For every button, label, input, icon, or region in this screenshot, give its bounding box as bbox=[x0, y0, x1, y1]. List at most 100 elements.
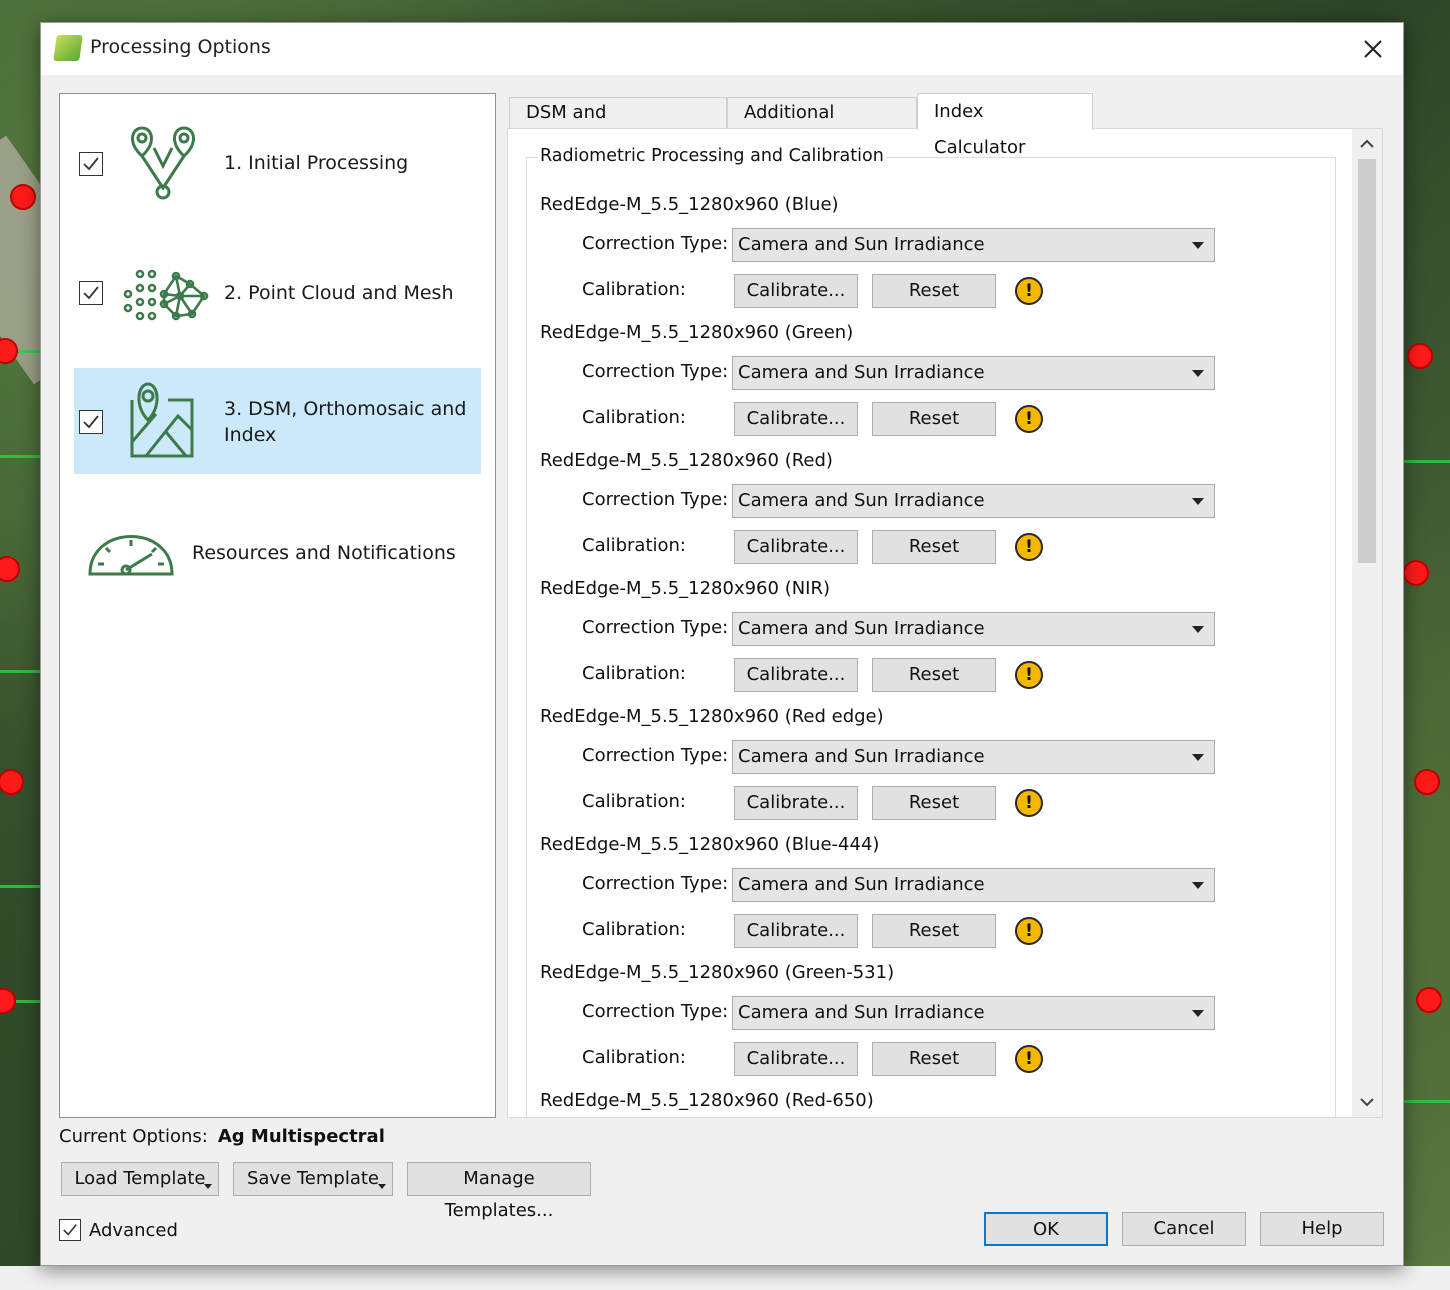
vertical-scrollbar[interactable] bbox=[1352, 129, 1382, 1117]
warning-icon: ! bbox=[1015, 661, 1043, 689]
dropdown-arrow-icon bbox=[1192, 754, 1204, 761]
correction-type-select[interactable]: Camera and Sun Irradiance bbox=[732, 228, 1215, 262]
camera-name: RedEdge-M_5.5_1280x960 (Blue) bbox=[540, 194, 839, 215]
calibration-label: Calibration: bbox=[582, 663, 687, 684]
correction-type-label: Correction Type: bbox=[582, 489, 729, 510]
camera-name: RedEdge-M_5.5_1280x960 (NIR) bbox=[540, 578, 831, 599]
nav-checkbox-dsm-orthomosaic[interactable] bbox=[79, 410, 103, 434]
scroll-up-button[interactable] bbox=[1352, 131, 1382, 157]
nav-checkbox-point-cloud[interactable] bbox=[79, 281, 103, 305]
nav-checkbox-initial-processing[interactable] bbox=[79, 152, 103, 176]
advanced-label: Advanced bbox=[89, 1219, 178, 1241]
calibrate-button[interactable]: Calibrate... bbox=[734, 274, 858, 308]
nav-item-dsm-orthomosaic[interactable]: 3. DSM, Orthomosaic and Index bbox=[74, 368, 481, 474]
dropdown-arrow-icon bbox=[1192, 498, 1204, 505]
cancel-button[interactable]: Cancel bbox=[1122, 1212, 1246, 1246]
correction-type-select[interactable]: Camera and Sun Irradiance bbox=[732, 612, 1215, 646]
calibration-label: Calibration: bbox=[582, 919, 687, 940]
scroll-thumb[interactable] bbox=[1358, 159, 1376, 563]
map-marker-dot bbox=[1416, 987, 1442, 1013]
nav-label-point-cloud: 2. Point Cloud and Mesh bbox=[224, 282, 454, 304]
dropdown-arrow-icon bbox=[1192, 1010, 1204, 1017]
correction-type-label: Correction Type: bbox=[582, 361, 729, 382]
nav-label-resources: Resources and Notifications bbox=[192, 542, 456, 564]
reset-button[interactable]: Reset bbox=[872, 274, 996, 308]
tab-additional-outputs[interactable]: Additional Outputs bbox=[727, 97, 917, 153]
nav-label-dsm-orthomosaic: 3. DSM, Orthomosaic and Index bbox=[224, 398, 467, 446]
taskbar-strip bbox=[0, 1266, 1450, 1290]
calibrate-button[interactable]: Calibrate... bbox=[734, 658, 858, 692]
calibration-label: Calibration: bbox=[582, 791, 687, 812]
camera-name: RedEdge-M_5.5_1280x960 (Red) bbox=[540, 450, 833, 471]
close-button[interactable] bbox=[1353, 29, 1393, 69]
advanced-checkbox[interactable] bbox=[59, 1219, 81, 1241]
dropdown-arrow-icon bbox=[1192, 242, 1204, 249]
load-template-label: Load Template bbox=[74, 1168, 206, 1189]
correction-type-label: Correction Type: bbox=[582, 617, 729, 638]
correction-type-value: Camera and Sun Irradiance bbox=[738, 362, 985, 383]
options-nav-panel: 1. Initial Processing 2. Point Cloud and bbox=[59, 93, 496, 1118]
correction-type-select[interactable]: Camera and Sun Irradiance bbox=[732, 484, 1215, 518]
tab-dsm-orthomosaic[interactable]: DSM and Orthomosaic bbox=[509, 97, 727, 153]
nav-item-initial-processing[interactable]: 1. Initial Processing bbox=[74, 108, 481, 214]
calibrate-button[interactable]: Calibrate... bbox=[734, 914, 858, 948]
gauge-icon bbox=[88, 535, 174, 576]
reset-button[interactable]: Reset bbox=[872, 1042, 996, 1076]
calibrate-button[interactable]: Calibrate... bbox=[734, 1042, 858, 1076]
nav-item-point-cloud[interactable]: 2. Point Cloud and Mesh bbox=[74, 238, 481, 344]
close-icon bbox=[1364, 40, 1382, 58]
camera-name: RedEdge-M_5.5_1280x960 (Red-650) bbox=[540, 1090, 874, 1111]
calibrate-button[interactable]: Calibrate... bbox=[734, 786, 858, 820]
calibrate-button[interactable]: Calibrate... bbox=[734, 402, 858, 436]
correction-type-value: Camera and Sun Irradiance bbox=[738, 490, 985, 511]
scroll-content: Radiometric Processing and Calibration R… bbox=[508, 129, 1356, 1117]
checkmark-icon bbox=[83, 286, 99, 300]
save-template-label: Save Template bbox=[246, 1168, 380, 1189]
tab-index-calculator[interactable]: Index Calculator bbox=[917, 93, 1093, 158]
camera-name: RedEdge-M_5.5_1280x960 (Green-531) bbox=[540, 962, 895, 983]
dropdown-arrow-icon bbox=[1192, 882, 1204, 889]
reset-button[interactable]: Reset bbox=[872, 914, 996, 948]
calibration-label: Calibration: bbox=[582, 407, 687, 428]
title-bar: Processing Options bbox=[41, 23, 1403, 75]
help-button[interactable]: Help bbox=[1260, 1212, 1384, 1246]
correction-type-label: Correction Type: bbox=[582, 233, 729, 254]
nav-item-resources[interactable]: Resources and Notifications bbox=[74, 498, 481, 604]
correction-type-select[interactable]: Camera and Sun Irradiance bbox=[732, 356, 1215, 390]
map-marker-dot bbox=[1414, 769, 1440, 795]
manage-templates-button[interactable]: Manage Templates... bbox=[407, 1162, 591, 1221]
map-marker-dot bbox=[0, 988, 16, 1014]
correction-type-select[interactable]: Camera and Sun Irradiance bbox=[732, 996, 1215, 1030]
correction-type-value: Camera and Sun Irradiance bbox=[738, 618, 985, 639]
app-logo-icon bbox=[53, 35, 83, 61]
map-flight-line bbox=[1400, 460, 1450, 463]
warning-icon: ! bbox=[1015, 1045, 1043, 1073]
reset-button[interactable]: Reset bbox=[872, 402, 996, 436]
correction-type-select[interactable]: Camera and Sun Irradiance bbox=[732, 740, 1215, 774]
map-marker-dot bbox=[0, 769, 24, 795]
load-template-button[interactable]: Load Template bbox=[61, 1162, 219, 1196]
dropdown-arrow-icon bbox=[1192, 626, 1204, 633]
current-options: Current Options: Ag Multispectral bbox=[59, 1126, 385, 1147]
reset-button[interactable]: Reset bbox=[872, 658, 996, 692]
radiometric-group-title: Radiometric Processing and Calibration bbox=[538, 146, 886, 166]
map-flight-line bbox=[1400, 1100, 1450, 1103]
calibration-label: Calibration: bbox=[582, 279, 687, 300]
scroll-down-button[interactable] bbox=[1352, 1089, 1382, 1115]
warning-icon: ! bbox=[1015, 277, 1043, 305]
reset-button[interactable]: Reset bbox=[872, 530, 996, 564]
ok-button[interactable]: OK bbox=[984, 1212, 1108, 1246]
nav-label-initial-processing: 1. Initial Processing bbox=[224, 152, 409, 174]
advanced-checkbox-row[interactable]: Advanced bbox=[59, 1219, 178, 1241]
correction-type-select[interactable]: Camera and Sun Irradiance bbox=[732, 868, 1215, 902]
camera-name: RedEdge-M_5.5_1280x960 (Blue-444) bbox=[540, 834, 880, 855]
save-template-button[interactable]: Save Template bbox=[233, 1162, 393, 1196]
calibrate-button[interactable]: Calibrate... bbox=[734, 530, 858, 564]
dropdown-arrow-icon bbox=[204, 1184, 212, 1189]
map-marker-dot bbox=[0, 556, 20, 582]
index-calculator-panel: Radiometric Processing and Calibration R… bbox=[507, 128, 1383, 1118]
camera-name: RedEdge-M_5.5_1280x960 (Red edge) bbox=[540, 706, 884, 727]
map-marker-icon bbox=[130, 382, 194, 458]
current-options-label: Current Options: bbox=[59, 1126, 208, 1147]
reset-button[interactable]: Reset bbox=[872, 786, 996, 820]
